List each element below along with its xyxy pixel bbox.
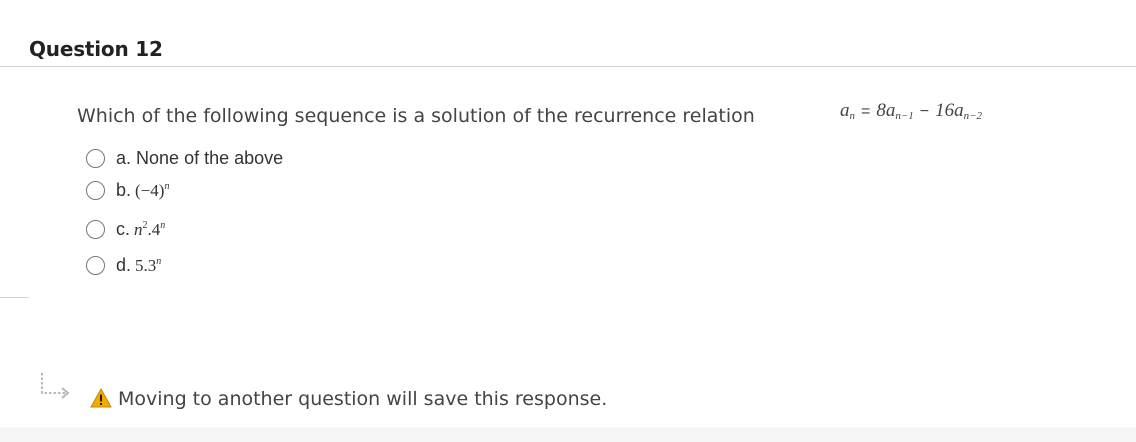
recurrence-relation: an = 8an−1−16an−2 — [840, 100, 982, 122]
divider — [0, 297, 29, 298]
relation-term2-sub: n−2 — [963, 110, 983, 122]
return-arrow-icon — [41, 373, 70, 399]
option-c-radio[interactable] — [86, 219, 105, 239]
option-a[interactable]: a. None of the above — [86, 146, 283, 170]
option-b-radio[interactable] — [86, 180, 105, 200]
option-c-letter: c. — [116, 218, 131, 239]
option-a-radio[interactable] — [86, 148, 105, 168]
option-d-exp: n — [156, 255, 162, 267]
question-title: Question 12 — [29, 37, 163, 61]
relation-equals: = — [861, 103, 871, 120]
option-d-base: 5.3 — [135, 255, 157, 275]
option-a-letter: a. — [116, 147, 132, 168]
option-b-base: (−4) — [135, 180, 165, 200]
option-b-math: (−4)n — [135, 181, 169, 201]
option-b[interactable]: b. (−4)n — [86, 178, 169, 202]
warning-icon — [90, 388, 112, 408]
option-d-letter: d. — [116, 254, 132, 275]
bottom-band — [0, 427, 1136, 442]
relation-term1-sub: n−1 — [895, 110, 914, 122]
save-notice: Moving to another question will save thi… — [0, 367, 1136, 427]
relation-term1: 8a — [876, 100, 896, 121]
option-d-radio[interactable] — [86, 255, 105, 275]
question-prompt: Which of the following sequence is a sol… — [77, 105, 755, 127]
option-c-math: n2.4n — [134, 220, 165, 240]
question-body: Which of the following sequence is a sol… — [0, 68, 1136, 298]
option-a-label: None of the above — [136, 147, 284, 168]
option-d[interactable]: d. 5.3n — [86, 253, 161, 277]
option-d-math: 5.3n — [135, 256, 161, 276]
question-header: Question 12 — [0, 0, 1136, 67]
relation-lhs-sub: n — [849, 110, 856, 122]
option-c-base: n — [134, 219, 143, 239]
relation-lhs: a — [840, 100, 850, 121]
option-c[interactable]: c. n2.4n — [86, 217, 165, 241]
option-b-exp: n — [164, 180, 170, 192]
relation-term2: 16a — [935, 100, 964, 121]
option-b-letter: b. — [116, 179, 132, 200]
option-c-tail: .4 — [147, 219, 161, 239]
save-notice-text: Moving to another question will save thi… — [118, 388, 608, 410]
relation-minus: − — [919, 103, 930, 120]
option-c-tail-exp: n — [160, 219, 166, 231]
